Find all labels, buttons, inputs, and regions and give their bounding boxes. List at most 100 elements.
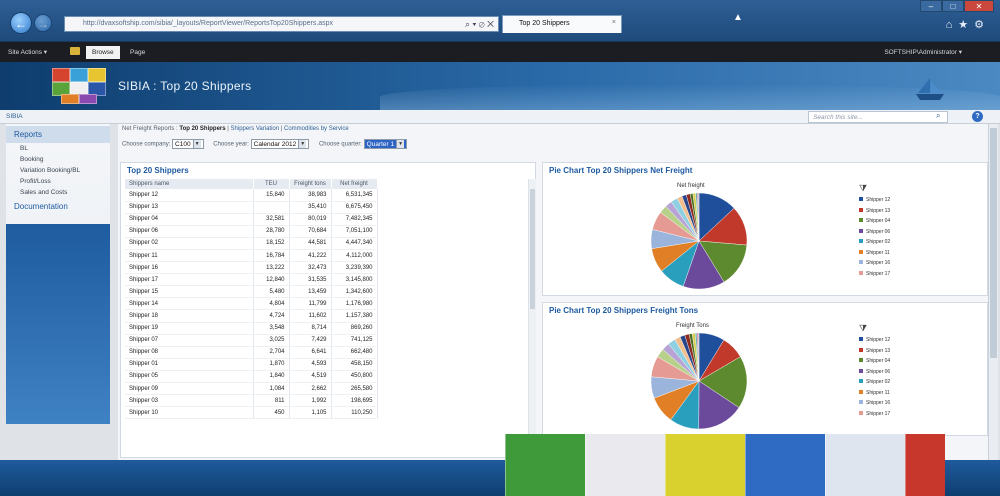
minimize-icon[interactable]: – <box>920 0 942 12</box>
year-select[interactable]: Calendar 2012 ▼ <box>250 139 310 149</box>
site-actions-menu[interactable]: Site Actions ▾ <box>8 48 47 56</box>
legend-swatch <box>859 379 863 383</box>
table-row[interactable]: Shipper 09 1,084 2,662 265,580 <box>125 382 378 396</box>
col-header-teu[interactable]: TEU <box>253 179 290 189</box>
search-icon[interactable]: ⌕ <box>936 111 940 121</box>
legend-item[interactable]: Shipper 11 <box>859 249 890 261</box>
table-row[interactable]: Shipper 12 15,840 38,983 6,531,345 <box>125 189 378 202</box>
tab-page[interactable]: Page <box>124 46 151 59</box>
company-select[interactable]: C100 ▼ <box>172 139 204 149</box>
pie-freight-tons-panel: Pie Chart Top 20 Shippers Freight Tons F… <box>542 302 988 436</box>
tab-browse[interactable]: Browse <box>86 46 120 59</box>
cell-net-freight: 6,675,450 <box>331 201 378 214</box>
legend-item[interactable]: Shipper 12 <box>859 337 890 348</box>
search-input[interactable]: Search this site... <box>808 111 948 123</box>
table-row[interactable]: Shipper 01 1,870 4,593 458,150 <box>125 358 378 371</box>
legend-item[interactable]: Shipper 02 <box>859 379 890 390</box>
cell-freight-tons: 41,222 <box>289 249 332 263</box>
folder-icon[interactable] <box>70 47 80 55</box>
address-controls[interactable]: ⌕ ▾ ⊘ ✕ <box>465 19 494 30</box>
legend-swatch <box>859 347 863 352</box>
table-row[interactable]: Shipper 16 13,222 32,473 3,239,390 <box>125 261 378 275</box>
legend-swatch <box>859 197 863 201</box>
legend-swatch <box>859 358 863 362</box>
legend-item[interactable]: Shipper 12 <box>859 197 890 208</box>
help-icon[interactable]: ? <box>972 111 983 122</box>
col-header-net-freight[interactable]: Net freight <box>331 179 378 189</box>
nav-item-bl[interactable]: BL <box>6 143 110 154</box>
filter-icon[interactable]: ⧩ <box>859 183 867 194</box>
table-row[interactable]: Shipper 10 450 1,105 110,250 <box>125 406 378 420</box>
legend-label: Shipper 13 <box>866 207 891 214</box>
cell-net-freight: 1,342,600 <box>331 285 378 299</box>
legend-item[interactable]: Shipper 06 <box>859 228 890 240</box>
table-row[interactable]: Shipper 17 12,840 31,535 3,145,800 <box>125 273 378 287</box>
browser-tools-icons[interactable]: ⌂★⚙ <box>946 18 990 31</box>
maximize-icon[interactable]: □ <box>942 0 964 12</box>
table-row[interactable]: Shipper 06 28,780 70,684 7,051,100 <box>125 225 378 238</box>
legend-item[interactable]: Shipper 11 <box>859 389 890 401</box>
close-window-icon[interactable]: ✕ <box>964 0 994 12</box>
legend-item[interactable]: Shipper 13 <box>859 207 891 219</box>
forward-icon[interactable]: → <box>34 14 52 32</box>
nav-item-sales-costs[interactable]: Sales and Costs <box>6 187 110 198</box>
pie-freight-tons-chart[interactable] <box>639 329 759 437</box>
legend-item[interactable]: Shipper 06 <box>859 368 890 380</box>
address-bar[interactable]: http://dvaxsoftship.com/sibia/_layouts/R… <box>64 16 499 32</box>
cell-shipper: Shipper 06 <box>125 225 254 238</box>
legend-item[interactable]: Shipper 17 <box>859 270 890 282</box>
chevron-down-icon[interactable]: ▼ <box>298 140 307 148</box>
tab-close-icon[interactable]: × <box>612 19 616 26</box>
table-row[interactable]: Shipper 07 3,025 7,429 741,125 <box>125 334 378 347</box>
table-row[interactable]: Shipper 03 811 1,992 198,695 <box>125 394 378 408</box>
table-row[interactable]: Shipper 13 35,410 6,675,450 <box>125 201 378 214</box>
chevron-down-icon[interactable]: ▼ <box>396 140 405 148</box>
cell-shipper: Shipper 12 <box>125 189 254 202</box>
legend-label: Shipper 16 <box>866 260 891 266</box>
legend-item[interactable]: Shipper 13 <box>859 347 890 359</box>
table-row[interactable]: Shipper 18 4,724 11,602 1,157,380 <box>125 309 378 323</box>
legend-item[interactable]: Shipper 04 <box>859 358 890 369</box>
cell-teu: 5,480 <box>253 285 290 299</box>
table-row[interactable]: Shipper 08 2,704 6,641 662,480 <box>125 346 378 359</box>
cell-freight-tons: 35,410 <box>289 201 332 214</box>
back-icon[interactable]: ← <box>10 12 32 34</box>
legend-item[interactable]: Shipper 16 <box>859 400 890 411</box>
user-menu[interactable]: SOFTSHIP\Administrator ▾ <box>884 48 962 56</box>
browser-tab[interactable]: Top 20 Shippers × <box>502 15 622 33</box>
legend-item[interactable]: Shipper 16 <box>859 260 890 271</box>
chevron-down-icon[interactable]: ▼ <box>192 140 201 148</box>
quarter-select[interactable]: Quarter 1 ▼ <box>363 139 408 149</box>
nav-item-variation[interactable]: Variation Booking/BL <box>6 165 110 176</box>
nav-heading-reports[interactable]: Reports <box>6 126 110 143</box>
legend-item[interactable]: Shipper 17 <box>859 410 890 422</box>
legend-item[interactable]: Shipper 02 <box>859 239 890 250</box>
page-scroll-thumb[interactable] <box>990 128 997 358</box>
col-header-freight-tons[interactable]: Freight tons <box>289 179 332 189</box>
link-shippers-variation[interactable]: Shippers Variation <box>231 126 280 132</box>
table-scrollbar[interactable] <box>528 179 536 457</box>
legend-item[interactable]: Shipper 04 <box>859 218 890 229</box>
nav-item-booking[interactable]: Booking <box>6 154 110 165</box>
pie-net-freight-panel: Pie Chart Top 20 Shippers Net Freight Ne… <box>542 162 988 296</box>
link-commodities-by-service[interactable]: Commodities by Service <box>284 126 349 132</box>
table-row[interactable]: Shipper 04 32,581 80,019 7,482,345 <box>125 213 378 226</box>
cell-shipper: Shipper 01 <box>125 358 254 371</box>
report-breadcrumb: Net Freight Reports : Top 20 Shippers | … <box>122 126 349 132</box>
breadcrumb-home-link[interactable]: SIBIA <box>6 113 23 120</box>
table-row[interactable]: Shipper 14 4,804 11,799 1,176,980 <box>125 297 378 311</box>
page-scrollbar[interactable] <box>988 124 998 464</box>
nav-heading-documentation[interactable]: Documentation <box>6 198 110 215</box>
table-row[interactable]: Shipper 05 1,840 4,519 450,800 <box>125 370 378 384</box>
table-row[interactable]: Shipper 19 3,548 8,714 869,260 <box>125 322 378 335</box>
pie-net-freight-chart[interactable] <box>639 189 759 297</box>
table-row[interactable]: Shipper 11 16,784 41,222 4,112,000 <box>125 249 378 263</box>
table-scroll-thumb[interactable] <box>530 189 535 309</box>
table-row[interactable]: Shipper 15 5,480 13,459 1,342,600 <box>125 285 378 299</box>
table-row[interactable]: Shipper 02 18,152 44,581 4,447,340 <box>125 237 378 250</box>
filter-icon[interactable]: ⧩ <box>859 323 867 334</box>
sibia-cube-logo-icon[interactable] <box>48 66 110 106</box>
left-nav-background <box>6 224 110 424</box>
nav-item-profit-loss[interactable]: Profit/Loss <box>6 176 110 187</box>
col-header-shipper[interactable]: Shippers name <box>125 179 254 189</box>
